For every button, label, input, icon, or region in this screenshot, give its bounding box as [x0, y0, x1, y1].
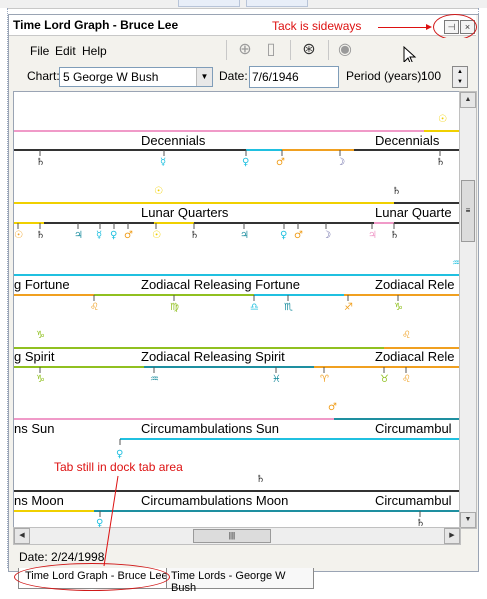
svg-text:♉: ♉	[380, 374, 389, 385]
time-lord-graph-canvas[interactable]: ♄ ☿ ♀ ♂ ☽ ♄ ☉ ☉ ♄ ☉ ♄ ♃ ☿ ♀ ♂ ☉ ♄ ♃ ♀ ♂ ☽ ♃ ♄ ♒ ♌ ♍ ♎ ♏ ♐ ♑…	[13, 91, 461, 529]
scroll-left-arrow-icon[interactable]: ◀	[14, 528, 30, 544]
menu-file[interactable]: File	[30, 44, 49, 58]
svg-text:☿: ☿	[160, 157, 166, 168]
dock-splitter-left[interactable]	[178, 0, 240, 7]
svg-text:☿: ☿	[96, 230, 102, 241]
row-label-decennials: Decennials	[141, 133, 206, 148]
row-label-spirit: Zodiacal Releasing Spirit	[141, 349, 285, 364]
date-label: Date:	[219, 69, 248, 83]
svg-text:♀: ♀	[110, 230, 117, 241]
period-label: Period (years):	[346, 69, 425, 83]
vertical-scrollbar[interactable]	[459, 91, 477, 529]
svg-text:♑: ♑	[394, 302, 403, 313]
dock-splitter-right[interactable]	[246, 0, 308, 7]
scroll-right-arrow-icon[interactable]: ▶	[444, 528, 460, 544]
svg-text:☽: ☽	[322, 230, 331, 241]
svg-text:♄: ♄	[436, 157, 445, 168]
svg-text:♂: ♂	[294, 230, 303, 241]
row-label-lunar-quarters: Lunar Quarters	[141, 205, 229, 220]
svg-text:♈: ♈	[320, 374, 329, 385]
svg-text:♓: ♓	[272, 374, 281, 385]
dock-top-strip	[0, 0, 487, 9]
vertical-scroll-thumb[interactable]: ≡	[461, 180, 475, 242]
svg-text:☉: ☉	[152, 230, 161, 241]
svg-text:♂: ♂	[276, 157, 285, 168]
dock-tab-time-lords[interactable]: Time Lords - George W Bush	[166, 568, 314, 594]
svg-text:♃: ♃	[368, 230, 377, 241]
row-label-moon-repeat: Circumambul	[375, 493, 452, 508]
row-label-sun-left: ns Sun	[14, 421, 55, 436]
annotation-tab-text: Tab still in dock tab area	[54, 460, 183, 474]
row-label-fortune-repeat: Zodiacal Rele	[375, 277, 455, 292]
svg-text:♑: ♑	[36, 330, 45, 341]
svg-text:♑: ♑	[36, 374, 45, 385]
row-label-moon-left: ns Moon	[14, 493, 64, 508]
annotation-tack-text: Tack is sideways	[272, 19, 362, 33]
menu-help[interactable]: Help	[82, 44, 107, 58]
svg-text:♌: ♌	[402, 330, 411, 341]
dock-right-edge	[478, 8, 487, 568]
row-label-sun: Circumambulations Sun	[141, 421, 280, 436]
annotation-circle-tab	[14, 563, 170, 591]
row-label-moon: Circumambulations Moon	[141, 493, 289, 508]
svg-text:♒: ♒	[150, 374, 159, 385]
svg-text:♌: ♌	[402, 374, 411, 385]
chart-wheel-icon[interactable]: ⊕	[236, 41, 254, 59]
row-label-decennials-repeat: Decennials	[375, 133, 440, 148]
svg-text:♎: ♎	[250, 302, 259, 313]
svg-text:♄: ♄	[36, 157, 45, 168]
svg-text:♂: ♂	[124, 230, 133, 241]
svg-text:♃: ♃	[240, 230, 249, 241]
svg-text:♏: ♏	[284, 302, 293, 313]
toolbar-separator	[328, 40, 329, 60]
toolbar-separator	[290, 40, 291, 60]
horizontal-scroll-thumb[interactable]: |||	[193, 529, 271, 543]
toolbar-separator	[226, 40, 227, 60]
svg-text:♄: ♄	[390, 230, 399, 241]
row-label-fortune-left: g Fortune	[14, 277, 70, 292]
svg-text:☉: ☉	[14, 230, 23, 241]
chart-label: Chart:	[27, 69, 60, 83]
globe-chart-icon[interactable]: ⊛	[300, 41, 318, 59]
dock-left-edge	[0, 8, 8, 568]
svg-text:♄: ♄	[392, 186, 401, 197]
svg-text:♂: ♂	[328, 402, 337, 413]
date-input[interactable]	[249, 66, 339, 88]
svg-text:☽: ☽	[336, 157, 345, 168]
panel-title: Time Lord Graph - Bruce Lee	[13, 18, 179, 32]
row-label-spirit-left: g Spirit	[14, 349, 55, 364]
svg-text:♌: ♌	[90, 302, 99, 313]
chevron-down-icon[interactable]: ▼	[196, 68, 212, 86]
row-label-sun-repeat: Circumambul	[375, 421, 452, 436]
period-stepper[interactable]: ▲ ▼	[452, 66, 468, 88]
svg-text:♍: ♍	[170, 302, 179, 313]
annotation-arrow-line	[378, 27, 430, 28]
row-label-lunar-quarters-repeat: Lunar Quarte	[375, 205, 452, 220]
svg-text:♃: ♃	[74, 230, 83, 241]
svg-text:♄: ♄	[256, 474, 265, 485]
svg-text:♀: ♀	[242, 157, 249, 168]
row-label-fortune: Zodiacal Releasing Fortune	[141, 277, 300, 292]
row-label-spirit-repeat: Zodiacal Rele	[375, 349, 455, 364]
scroll-up-arrow-icon[interactable]: ▲	[460, 92, 476, 108]
menu-edit[interactable]: Edit	[55, 44, 76, 58]
svg-text:♀: ♀	[116, 449, 123, 460]
document-icon[interactable]: ▯	[262, 41, 280, 59]
svg-text:♄: ♄	[190, 230, 199, 241]
scroll-down-arrow-icon[interactable]: ▼	[460, 512, 476, 528]
disk-icon[interactable]: ◉	[336, 41, 354, 59]
chart-select-value: 5 George W Bush	[63, 70, 159, 84]
period-value[interactable]: 100	[421, 69, 441, 83]
chart-select[interactable]: 5 George W Bush ▼	[59, 67, 213, 87]
annotation-arrow-head	[426, 24, 432, 30]
svg-text:♀: ♀	[280, 230, 287, 241]
svg-text:☉: ☉	[438, 114, 447, 125]
svg-text:☉: ☉	[154, 186, 163, 197]
annotation-circle-tack	[433, 14, 477, 40]
svg-text:♐: ♐	[344, 302, 353, 313]
svg-text:♄: ♄	[36, 230, 45, 241]
